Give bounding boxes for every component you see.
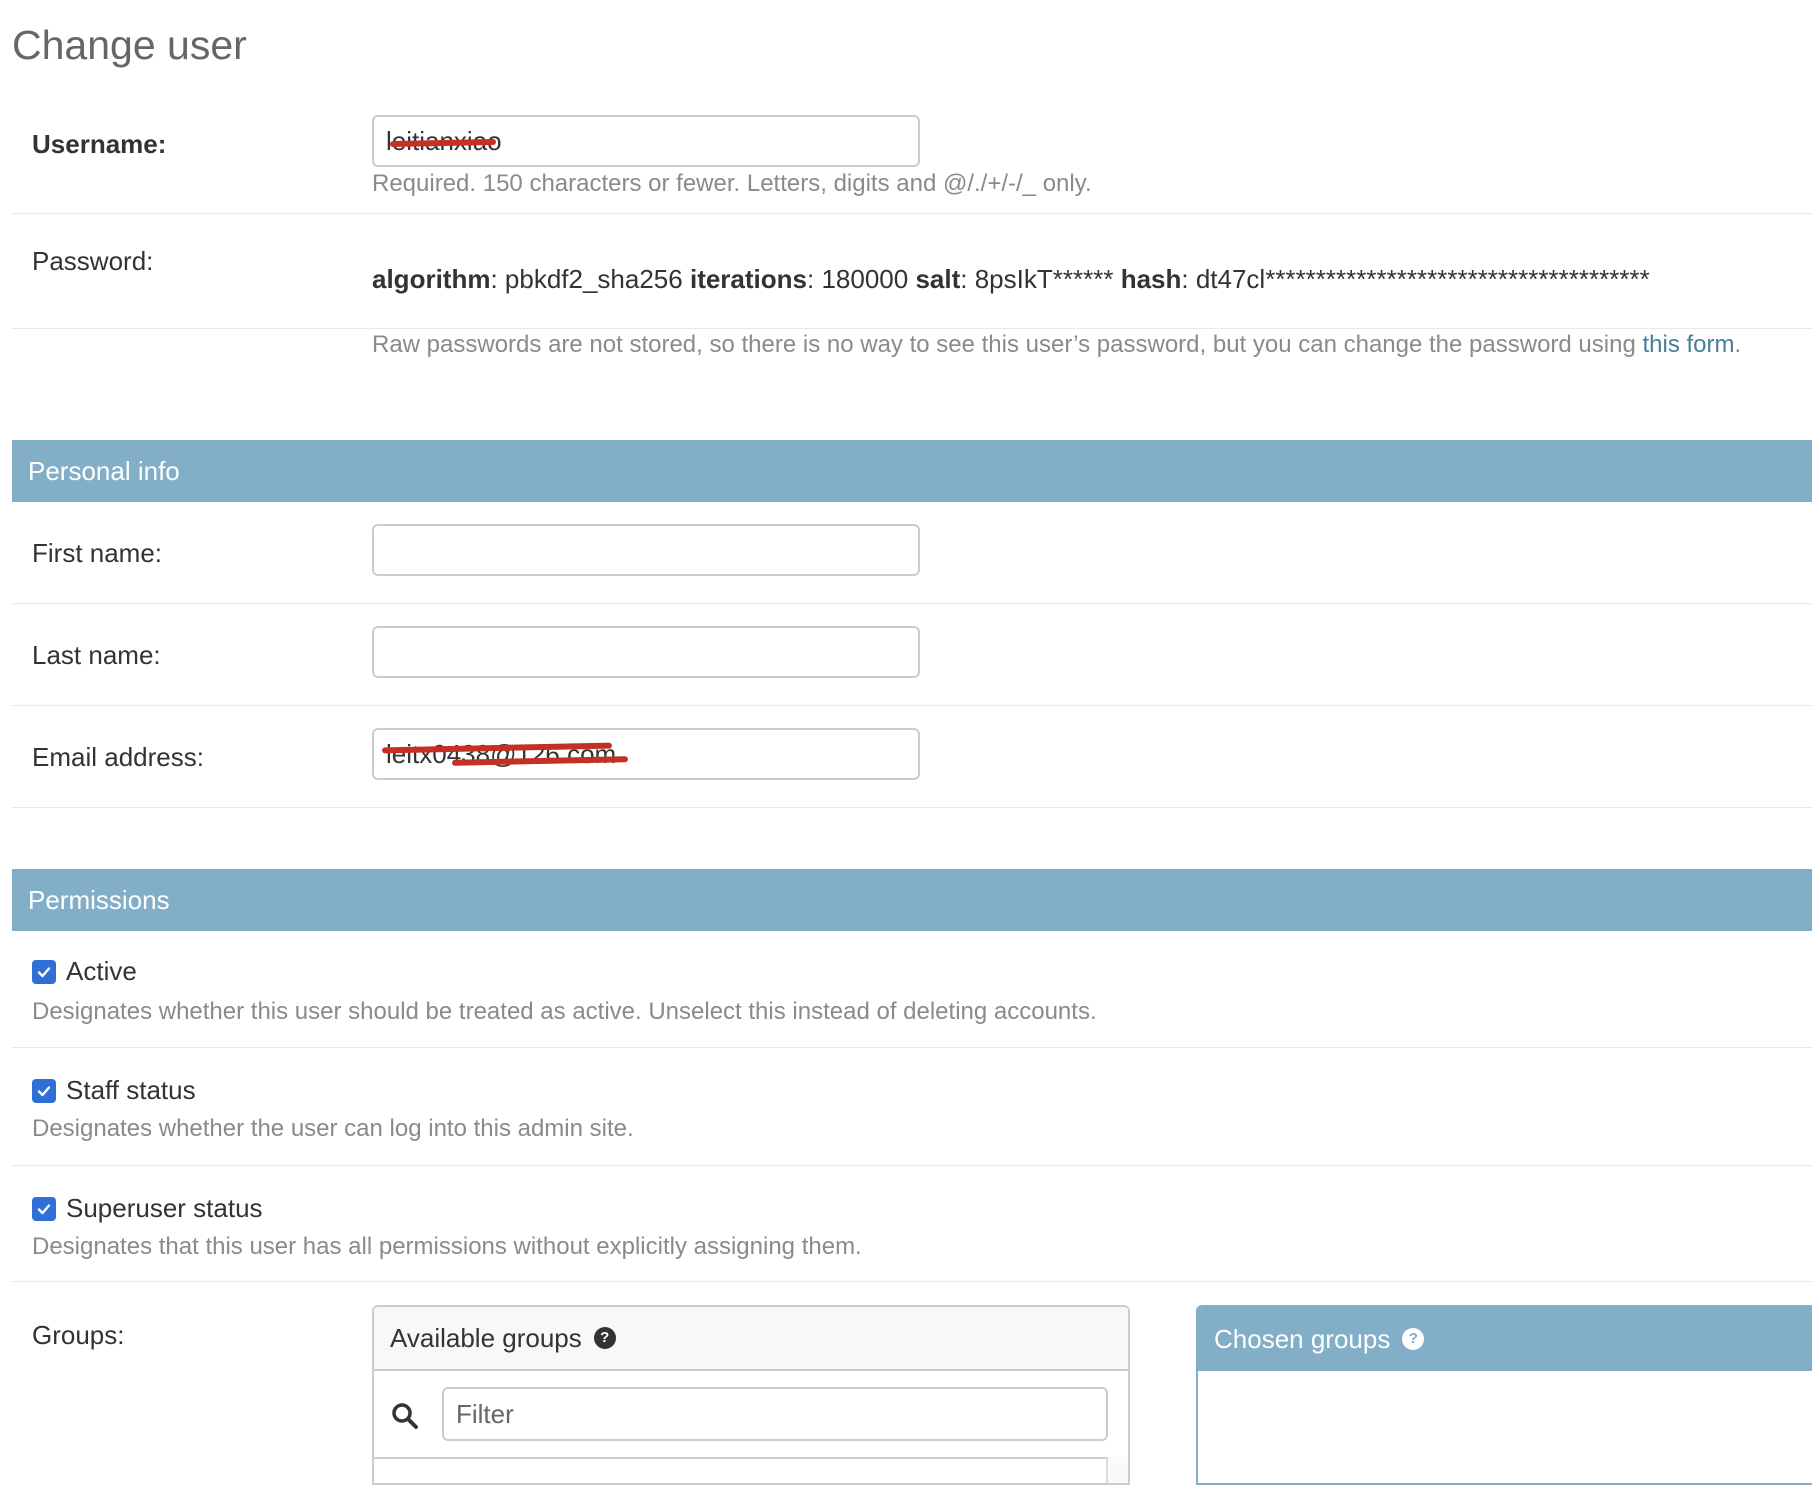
active-help: Designates whether this user should be t… bbox=[32, 998, 1097, 1025]
password-help-suffix: . bbox=[1734, 331, 1742, 358]
first-name-input[interactable] bbox=[372, 524, 920, 576]
change-password-link[interactable]: this form bbox=[1642, 331, 1734, 358]
first-name-label: First name: bbox=[32, 538, 163, 568]
active-label[interactable]: Active bbox=[66, 956, 137, 987]
password-label: Password: bbox=[32, 246, 154, 276]
chosen-groups-title-text: Chosen groups bbox=[1214, 1324, 1391, 1354]
email-label: Email address: bbox=[32, 742, 204, 772]
hash-value: dt47cl**********************************… bbox=[1195, 264, 1650, 294]
staff-row: Staff status Designates whether the user… bbox=[12, 1048, 1812, 1166]
algorithm-value: pbkdf2_sha256 bbox=[504, 264, 683, 294]
available-groups-title-text: Available groups bbox=[390, 1323, 582, 1353]
last-name-row: Last name: bbox=[12, 604, 1812, 706]
staff-checkbox[interactable] bbox=[32, 1078, 56, 1103]
question-circle-icon[interactable]: ? bbox=[593, 1327, 616, 1349]
check-icon bbox=[37, 1085, 51, 1096]
staff-label[interactable]: Staff status bbox=[66, 1075, 196, 1106]
superuser-help: Designates that this user has all permis… bbox=[32, 1233, 862, 1260]
check-icon bbox=[37, 966, 51, 977]
available-groups-box: Available groups ? bbox=[372, 1305, 1130, 1485]
staff-help: Designates whether the user can log into… bbox=[32, 1115, 634, 1142]
page-title: Change user bbox=[12, 22, 247, 68]
last-name-label: Last name: bbox=[32, 640, 161, 670]
salt-value: 8psIkT****** bbox=[974, 264, 1114, 294]
available-groups-filter-input[interactable] bbox=[442, 1387, 1108, 1441]
last-name-input[interactable] bbox=[372, 626, 920, 678]
search-icon bbox=[390, 1401, 420, 1431]
permissions-header: Permissions bbox=[12, 869, 1812, 931]
salt-key: salt bbox=[915, 264, 961, 294]
available-groups-scrollbar[interactable] bbox=[1106, 1457, 1128, 1483]
question-circle-icon[interactable]: ? bbox=[1402, 1328, 1425, 1350]
chosen-groups-list[interactable] bbox=[1198, 1371, 1812, 1483]
iterations-key: iterations bbox=[689, 264, 807, 294]
personal-info-header: Personal info bbox=[12, 440, 1812, 502]
username-help: Required. 150 characters or fewer. Lette… bbox=[372, 170, 1092, 197]
check-icon bbox=[37, 1203, 51, 1214]
available-groups-title: Available groups ? bbox=[374, 1307, 1128, 1371]
iterations-value: 180000 bbox=[821, 264, 909, 294]
available-groups-list[interactable] bbox=[374, 1457, 1128, 1483]
active-checkbox[interactable] bbox=[32, 959, 56, 984]
username-row: Username: Required. 150 characters or fe… bbox=[12, 95, 1812, 214]
username-label: Username: bbox=[32, 129, 167, 159]
superuser-row: Superuser status Designates that this us… bbox=[12, 1166, 1812, 1282]
hash-key: hash bbox=[1120, 264, 1182, 294]
email-row: Email address: bbox=[12, 706, 1812, 808]
password-help: Raw passwords are not stored, so there i… bbox=[372, 331, 1741, 359]
email-input[interactable] bbox=[372, 728, 920, 780]
chosen-groups-title: Chosen groups ? bbox=[1198, 1307, 1812, 1371]
chosen-groups-box: Chosen groups ? bbox=[1196, 1305, 1812, 1485]
password-help-text: Raw passwords are not stored, so there i… bbox=[372, 331, 1643, 358]
superuser-label[interactable]: Superuser status bbox=[66, 1193, 263, 1224]
password-hash-summary: algorithm: pbkdf2_sha256 iterations: 180… bbox=[372, 264, 1650, 294]
superuser-checkbox[interactable] bbox=[32, 1196, 56, 1221]
algorithm-key: algorithm bbox=[372, 264, 491, 294]
active-row: Active Designates whether this user shou… bbox=[12, 931, 1812, 1048]
first-name-row: First name: bbox=[12, 502, 1812, 604]
groups-label: Groups: bbox=[32, 1320, 125, 1350]
